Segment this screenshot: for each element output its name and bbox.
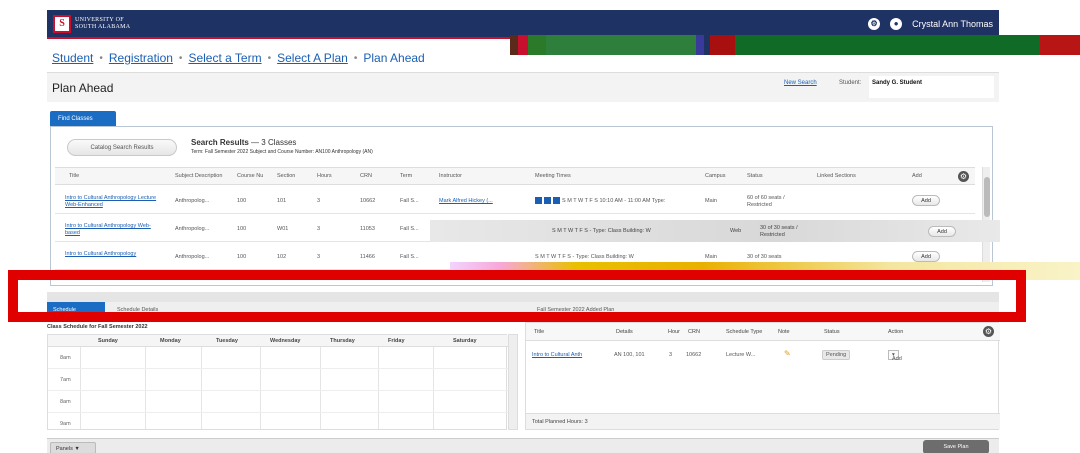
col-term[interactable]: Term xyxy=(400,173,412,179)
col-instructor[interactable]: Instructor xyxy=(439,173,462,179)
header-rule xyxy=(47,37,517,39)
plan-row: Intro to Cultural Anth AN 100, 101 3 106… xyxy=(532,349,902,362)
student-label: Student: xyxy=(839,80,862,86)
breadcrumb-select-plan[interactable]: Select A Plan xyxy=(277,51,348,65)
render-artifact xyxy=(510,35,1080,55)
logo-line2: SOUTH ALABAMA xyxy=(75,23,131,30)
schedule-row: 9am xyxy=(60,421,71,427)
schedule-header: Sunday Monday Tuesday Wednesday Thursday… xyxy=(48,335,508,347)
breadcrumb-student[interactable]: Student xyxy=(52,51,93,65)
schedule-row: 7am xyxy=(48,369,508,391)
col-linked-sections[interactable]: Linked Sections xyxy=(817,173,856,179)
note-icon[interactable]: ✎ xyxy=(784,349,791,358)
schedule-title: Class Schedule for Fall Semester 2022 xyxy=(47,324,148,330)
course-title-link[interactable]: Intro to Cultural Anthropology Web-based xyxy=(65,223,165,237)
meeting-times: S M T W T F S 10:10 AM - 11:00 AM Type: xyxy=(535,197,665,204)
course-title-link[interactable]: Intro to Cultural Anthropology xyxy=(65,251,165,258)
top-header: S UNIVERSITY OF SOUTH ALABAMA ⚙ ● Crysta… xyxy=(47,10,999,37)
col-course[interactable]: Course Nu xyxy=(237,173,263,179)
breadcrumb: Student • Registration • Select a Term •… xyxy=(52,51,425,65)
instructor-link[interactable]: Mark Alfred Hickey (... xyxy=(439,198,493,204)
gear-icon[interactable]: ⚙ xyxy=(958,171,969,182)
page-title: Plan Ahead xyxy=(52,81,114,95)
add-button[interactable]: Add xyxy=(912,195,940,206)
logo-line1: UNIVERSITY OF xyxy=(75,16,124,23)
scrollbar-thumb[interactable] xyxy=(984,177,990,217)
tab-find-classes[interactable]: Find Classes xyxy=(50,111,116,127)
save-plan-button[interactable]: Save Plan xyxy=(923,440,989,453)
catalog-search-results-button[interactable]: Catalog Search Results xyxy=(67,139,177,156)
user-name[interactable]: Crystal Ann Thomas xyxy=(912,19,993,29)
row-overlay: S M T W T F S - Type: Class Building: W … xyxy=(430,220,1000,242)
new-search-link[interactable]: New Search xyxy=(784,80,817,86)
col-section[interactable]: Section xyxy=(277,173,295,179)
total-planned-hours: Total Planned Hours: 3 xyxy=(526,413,1000,429)
status-badge: Pending xyxy=(822,350,851,360)
highlight-box xyxy=(8,270,1026,322)
footer-bar: Panels ▼ Save Plan xyxy=(47,438,999,453)
breadcrumb-current: Plan Ahead xyxy=(363,51,425,65)
results-grid-header: Title Subject Description Course Nu Sect… xyxy=(55,167,975,185)
results-heading: Search Results — 3 Classes xyxy=(191,138,297,147)
table-row: Intro to Cultural Anthropology Lecture W… xyxy=(55,187,975,214)
col-meeting-times[interactable]: Meeting Times xyxy=(535,173,571,179)
plan-header: Title Details Hour CRN Schedule Type Not… xyxy=(526,323,1000,341)
day-indicator-icon xyxy=(535,197,542,204)
plan-course-link[interactable]: Intro to Cultural Anth xyxy=(532,352,582,358)
weekly-schedule: Sunday Monday Tuesday Wednesday Thursday… xyxy=(47,334,508,430)
day-indicator-icon xyxy=(553,197,560,204)
logo-mark-icon: S xyxy=(53,14,71,33)
page-header: Plan Ahead New Search Student: Sandy G. … xyxy=(47,72,999,102)
schedule-scrollbar[interactable] xyxy=(508,334,518,430)
col-add: Add xyxy=(912,173,922,179)
col-campus[interactable]: Campus xyxy=(705,173,725,179)
col-crn[interactable]: CRN xyxy=(360,173,372,179)
col-title[interactable]: Title xyxy=(69,173,79,179)
student-name: Sandy G. Student xyxy=(869,76,994,98)
breadcrumb-select-term[interactable]: Select a Term xyxy=(188,51,261,65)
course-title-link[interactable]: Intro to Cultural Anthropology Lecture W… xyxy=(65,195,165,209)
add-button[interactable]: Add xyxy=(928,226,956,237)
user-icon[interactable]: ● xyxy=(890,17,903,30)
plan-table: Title Details Hour CRN Schedule Type Not… xyxy=(525,322,1000,430)
day-indicator-icon xyxy=(544,197,551,204)
col-subject[interactable]: Subject Description xyxy=(175,173,222,179)
col-status[interactable]: Status xyxy=(747,173,763,179)
schedule-row: 8am xyxy=(48,391,508,413)
gear-icon[interactable]: ⚙ xyxy=(983,326,994,337)
action-select[interactable]: Add ▾ xyxy=(888,350,902,362)
gear-icon[interactable]: ⚙ xyxy=(868,17,881,30)
panels-button[interactable]: Panels ▼ xyxy=(50,442,96,453)
schedule-row: 8am xyxy=(48,347,508,369)
col-hours[interactable]: Hours xyxy=(317,173,332,179)
add-button[interactable]: Add xyxy=(912,251,940,262)
results-term-line: Term: Fall Semester 2022 Subject and Cou… xyxy=(191,149,373,155)
breadcrumb-registration[interactable]: Registration xyxy=(109,51,173,65)
university-logo[interactable]: S UNIVERSITY OF SOUTH ALABAMA xyxy=(53,14,131,33)
